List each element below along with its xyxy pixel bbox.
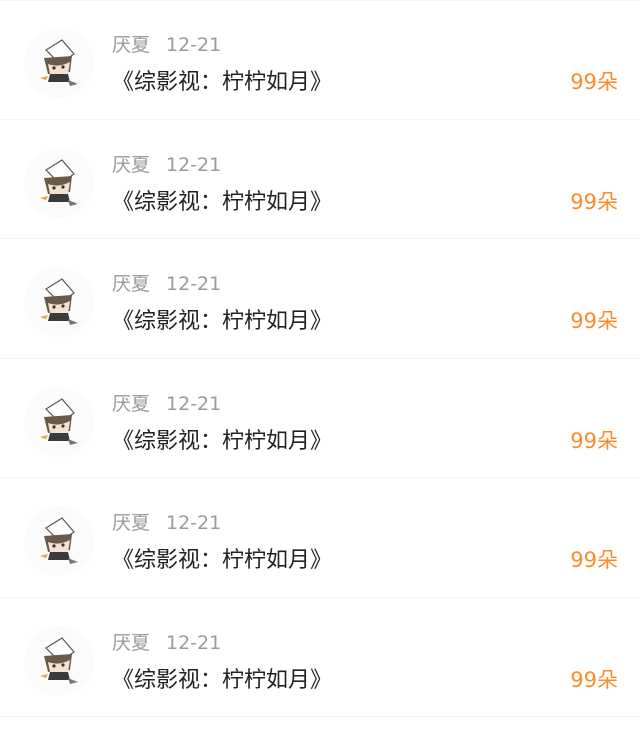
item-meta: 厌夏 12-21 [112, 150, 221, 177]
item-date: 12-21 [166, 392, 222, 415]
book-title[interactable]: 《综影视：柠柠如月》 [112, 303, 332, 335]
item-date: 12-21 [166, 631, 222, 654]
item-date: 12-21 [166, 273, 222, 295]
item-date: 12-21 [166, 34, 222, 56]
username[interactable]: 厌夏 [112, 273, 150, 295]
item-date: 12-21 [166, 153, 222, 176]
list-item[interactable]: 厌夏 12-21 《综影视：柠柠如月》 99朵 [0, 0, 640, 120]
anime-character-avatar-icon [24, 625, 94, 696]
book-title[interactable]: 《综影视：柠柠如月》 [112, 423, 332, 455]
book-title[interactable]: 《综影视：柠柠如月》 [112, 662, 332, 694]
list-item[interactable]: 厌夏 12-21 《综影视：柠柠如月》 99朵 [0, 598, 640, 718]
item-meta: 厌夏 12-21 [112, 389, 221, 416]
gift-count: 99朵 [570, 309, 618, 333]
username[interactable]: 厌夏 [112, 632, 150, 654]
item-meta: 厌夏 12-21 [112, 508, 221, 535]
gift-count: 99朵 [570, 548, 618, 572]
anime-character-avatar-icon [24, 386, 94, 457]
username[interactable]: 厌夏 [112, 154, 150, 176]
gift-count: 99朵 [570, 70, 618, 94]
book-title[interactable]: 《综影视：柠柠如月》 [112, 184, 332, 216]
item-meta: 厌夏 12-21 [112, 269, 221, 296]
book-title[interactable]: 《综影视：柠柠如月》 [112, 542, 332, 574]
username[interactable]: 厌夏 [112, 34, 150, 56]
list-item[interactable]: 厌夏 12-21 《综影视：柠柠如月》 99朵 [0, 120, 640, 240]
username[interactable]: 厌夏 [112, 393, 150, 415]
item-date: 12-21 [166, 512, 222, 534]
avatar[interactable] [24, 625, 94, 696]
list-item[interactable]: 厌夏 12-21 《综影视：柠柠如月》 99朵 [0, 359, 640, 479]
anime-character-avatar-icon [24, 28, 94, 98]
gift-count: 99朵 [570, 189, 618, 214]
avatar[interactable] [24, 267, 94, 337]
anime-character-avatar-icon [24, 506, 94, 576]
gift-record-list: 厌夏 12-21 《综影视：柠柠如月》 99朵 厌夏 12-21 《综影视：柠柠如月… [0, 0, 640, 734]
gift-count: 99朵 [570, 428, 618, 453]
anime-character-avatar-icon [24, 267, 94, 337]
avatar[interactable] [24, 147, 94, 218]
username[interactable]: 厌夏 [112, 512, 150, 534]
list-item[interactable]: 厌夏 12-21 《综影视：柠柠如月》 99朵 [0, 239, 640, 359]
gift-count: 99朵 [570, 667, 618, 692]
list-item[interactable]: 厌夏 12-21 《综影视：柠柠如月》 99朵 [0, 478, 640, 598]
avatar[interactable] [24, 28, 94, 98]
item-meta: 厌夏 12-21 [112, 628, 221, 655]
avatar[interactable] [24, 386, 94, 457]
item-meta: 厌夏 12-21 [112, 30, 221, 57]
avatar[interactable] [24, 506, 94, 576]
book-title[interactable]: 《综影视：柠柠如月》 [112, 64, 332, 96]
anime-character-avatar-icon [24, 147, 94, 218]
